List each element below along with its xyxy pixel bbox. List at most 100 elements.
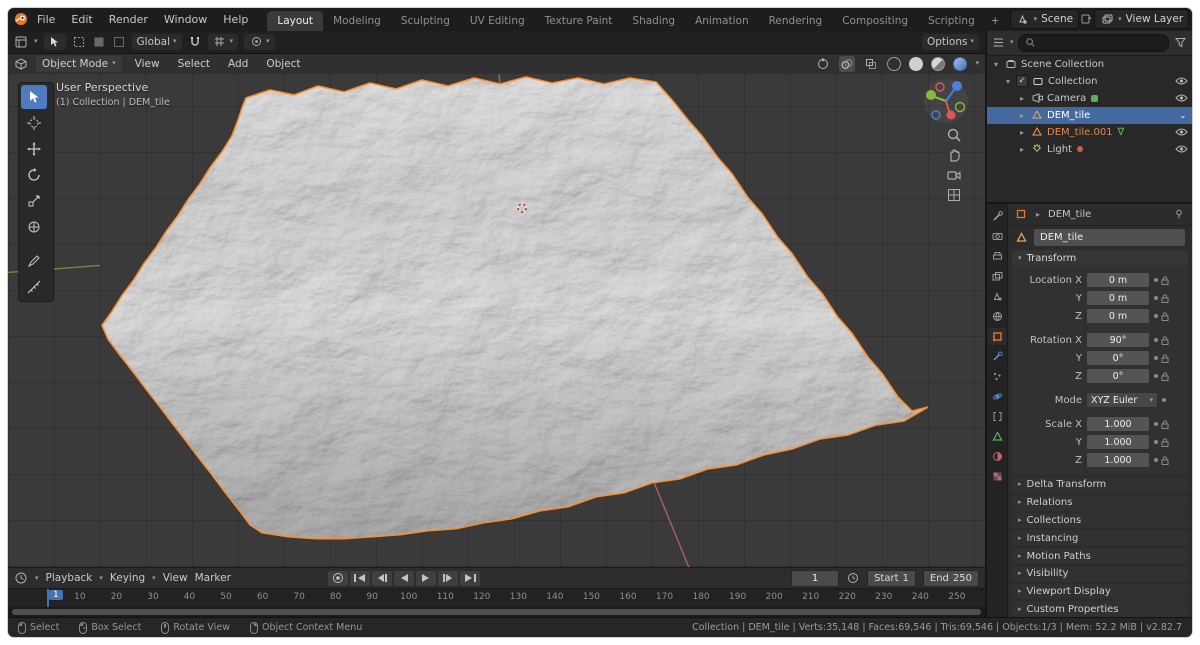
lock-icon[interactable]	[1161, 336, 1169, 345]
menu-marker[interactable]: Marker	[195, 572, 231, 584]
lock-icon[interactable]	[1161, 372, 1169, 381]
section-collections[interactable]: ▸Collections	[1012, 513, 1188, 529]
mode-dropdown[interactable]: Object Mode ▾	[36, 56, 122, 72]
new-scene-button[interactable]	[1081, 12, 1092, 26]
snap-target-dropdown[interactable]: ▾	[208, 34, 239, 50]
tab-material-icon[interactable]	[988, 448, 1006, 465]
section-viewport-display[interactable]: ▸Viewport Display	[1012, 584, 1188, 600]
timeline-scrollbar[interactable]	[8, 607, 985, 617]
snap-magnet-icon[interactable]	[188, 35, 202, 49]
select-mode-subtract-icon[interactable]	[112, 35, 126, 49]
proportional-edit-dropdown[interactable]: ▾	[244, 34, 275, 50]
menu-render[interactable]: Render	[102, 11, 155, 28]
shading-material-icon[interactable]	[931, 57, 945, 71]
tab-world-icon[interactable]	[988, 308, 1006, 325]
lock-icon[interactable]	[1161, 294, 1169, 303]
collection-checkbox[interactable]: ✓	[1016, 75, 1028, 87]
view-layer-selector[interactable]: ▾ View Layer	[1094, 9, 1189, 29]
active-tool-icon[interactable]	[44, 34, 66, 50]
menu-keying[interactable]: Keying	[110, 572, 145, 584]
disclosure-icon[interactable]: ▸	[1017, 128, 1027, 137]
rotation-mode-dropdown[interactable]: XYZ Euler▾	[1086, 392, 1158, 408]
lock-icon[interactable]	[1161, 438, 1169, 447]
gizmo-toggle-icon[interactable]	[815, 56, 831, 72]
shading-solid-icon[interactable]	[909, 57, 923, 71]
lock-icon[interactable]	[1161, 456, 1169, 465]
tab-render-icon[interactable]	[988, 228, 1006, 245]
animate-dot-icon[interactable]	[1154, 278, 1158, 282]
tab-view-layer-icon[interactable]	[988, 268, 1006, 285]
playhead[interactable]: 1	[47, 589, 49, 607]
jump-to-start-button[interactable]	[350, 571, 370, 586]
timeline-ruler[interactable]: 1 10203040506070809010011012013014015016…	[8, 588, 985, 607]
disclosure-icon[interactable]: ▾	[1003, 77, 1013, 86]
rotation-x-field[interactable]: 90°	[1086, 332, 1150, 348]
tab-sculpting[interactable]: Sculpting	[391, 11, 460, 31]
outliner-row-camera[interactable]: ▸ Camera	[987, 90, 1192, 107]
cursor-tool[interactable]	[21, 111, 47, 135]
outliner-row-light[interactable]: ▸ Light	[987, 141, 1192, 158]
next-keyframe-button[interactable]	[438, 571, 458, 586]
section-custom-properties[interactable]: ▸Custom Properties	[1012, 601, 1188, 617]
menu-window[interactable]: Window	[157, 11, 214, 28]
animate-dot-icon[interactable]	[1162, 398, 1166, 402]
tab-texture-paint[interactable]: Texture Paint	[535, 11, 623, 31]
location-z-field[interactable]: 0 m	[1086, 308, 1150, 324]
animate-dot-icon[interactable]	[1154, 338, 1158, 342]
measure-tool[interactable]	[21, 275, 47, 299]
outliner-row-collection[interactable]: ▾ ✓ Collection	[987, 73, 1192, 90]
shading-rendered-icon[interactable]	[953, 57, 967, 71]
menu-help[interactable]: Help	[216, 11, 255, 28]
scale-x-field[interactable]: 1.000	[1086, 416, 1150, 432]
camera-view-icon[interactable]	[945, 166, 963, 184]
tab-tool-icon[interactable]	[988, 208, 1006, 225]
blender-logo-icon[interactable]	[14, 12, 28, 26]
prev-keyframe-button[interactable]	[372, 571, 392, 586]
tab-output-icon[interactable]	[988, 248, 1006, 265]
transform-tool[interactable]	[21, 215, 47, 239]
lock-icon[interactable]	[1161, 276, 1169, 285]
tab-object-data-icon[interactable]	[988, 428, 1006, 445]
editor-type-icon[interactable]	[14, 35, 28, 49]
select-mode-extend-icon[interactable]	[92, 35, 106, 49]
disclosure-icon[interactable]: ▾	[991, 60, 1001, 69]
scrollbar-thumb[interactable]	[12, 609, 981, 615]
object-name-input[interactable]: DEM_tile	[1033, 228, 1186, 247]
scale-y-field[interactable]: 1.000	[1086, 434, 1150, 450]
animate-dot-icon[interactable]	[1154, 296, 1158, 300]
animate-dot-icon[interactable]	[1154, 440, 1158, 444]
tab-rendering[interactable]: Rendering	[759, 11, 833, 31]
tab-modeling[interactable]: Modeling	[323, 11, 391, 31]
scale-z-field[interactable]: 1.000	[1086, 452, 1150, 468]
menu-view-timeline[interactable]: View	[163, 572, 188, 584]
shading-dropdown-icon[interactable]: ▾	[975, 60, 979, 67]
remove-view-layer-button[interactable]: ✕	[1191, 14, 1192, 24]
disclosure-icon[interactable]: ▸	[1017, 94, 1027, 103]
play-button[interactable]	[416, 571, 436, 586]
rotate-tool[interactable]	[21, 163, 47, 187]
menu-add[interactable]: Add	[223, 57, 253, 71]
section-motion-paths[interactable]: ▸Motion Paths	[1012, 548, 1188, 564]
jump-to-end-button[interactable]	[460, 571, 480, 586]
tab-uv-editing[interactable]: UV Editing	[460, 11, 535, 31]
outliner-editor-icon[interactable]	[992, 36, 1006, 50]
tab-scripting[interactable]: Scripting	[918, 11, 985, 31]
viewport-editor-icon[interactable]	[14, 57, 28, 71]
tab-shading[interactable]: Shading	[622, 11, 685, 31]
breadcrumb-object-name[interactable]: DEM_tile	[1048, 209, 1091, 220]
tab-texture-icon[interactable]	[988, 468, 1006, 485]
scene-selector[interactable]: ▾ Scene	[1010, 9, 1080, 29]
rotation-z-field[interactable]: 0°	[1086, 368, 1150, 384]
rotation-y-field[interactable]: 0°	[1086, 350, 1150, 366]
section-visibility[interactable]: ▸Visibility	[1012, 566, 1188, 582]
disclosure-icon[interactable]: ▸	[1017, 145, 1027, 154]
play-reverse-button[interactable]	[394, 571, 414, 586]
filter-funnel-icon[interactable]	[1173, 36, 1187, 50]
outliner-search-input[interactable]	[1018, 34, 1169, 52]
eye-icon[interactable]	[1174, 74, 1188, 88]
tab-scene-icon[interactable]	[988, 288, 1006, 305]
animate-dot-icon[interactable]	[1154, 374, 1158, 378]
eye-icon[interactable]	[1174, 125, 1188, 139]
move-tool[interactable]	[21, 137, 47, 161]
animate-dot-icon[interactable]	[1154, 356, 1158, 360]
